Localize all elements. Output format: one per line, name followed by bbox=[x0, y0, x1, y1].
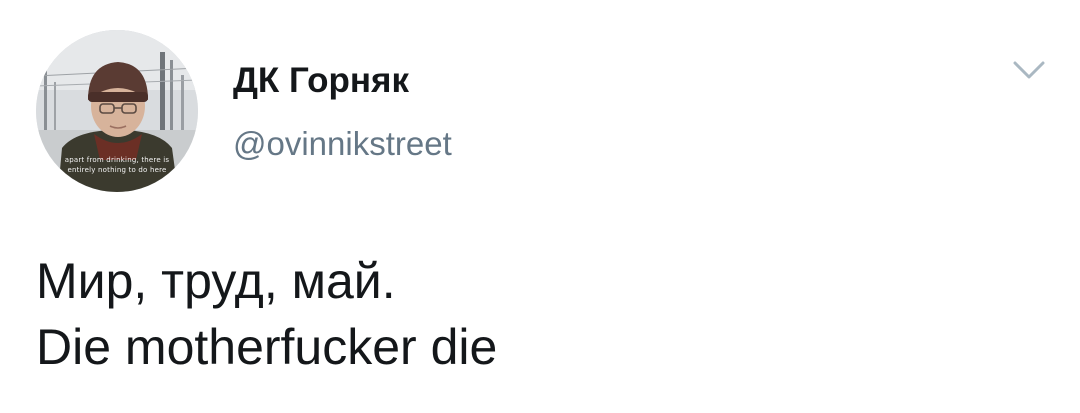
author-display-name[interactable]: ДК Горняк bbox=[233, 61, 409, 101]
avatar-caption-line2: entirely nothing to do here bbox=[67, 166, 167, 174]
tweet-card: apart from drinking, there is entirely n… bbox=[0, 0, 1080, 413]
author-handle[interactable]: @ovinnikstreet bbox=[233, 125, 452, 163]
avatar-caption-line1: apart from drinking, there is bbox=[64, 156, 170, 164]
tweet-text-line-1: Мир, труд, май. bbox=[36, 253, 396, 309]
chevron-down-icon[interactable] bbox=[1012, 58, 1046, 82]
tweet-text-line-2: Die motherfucker die bbox=[36, 319, 498, 375]
avatar[interactable]: apart from drinking, there is entirely n… bbox=[36, 30, 198, 192]
tweet-text: Мир, труд, май. Die motherfucker die bbox=[36, 248, 497, 380]
